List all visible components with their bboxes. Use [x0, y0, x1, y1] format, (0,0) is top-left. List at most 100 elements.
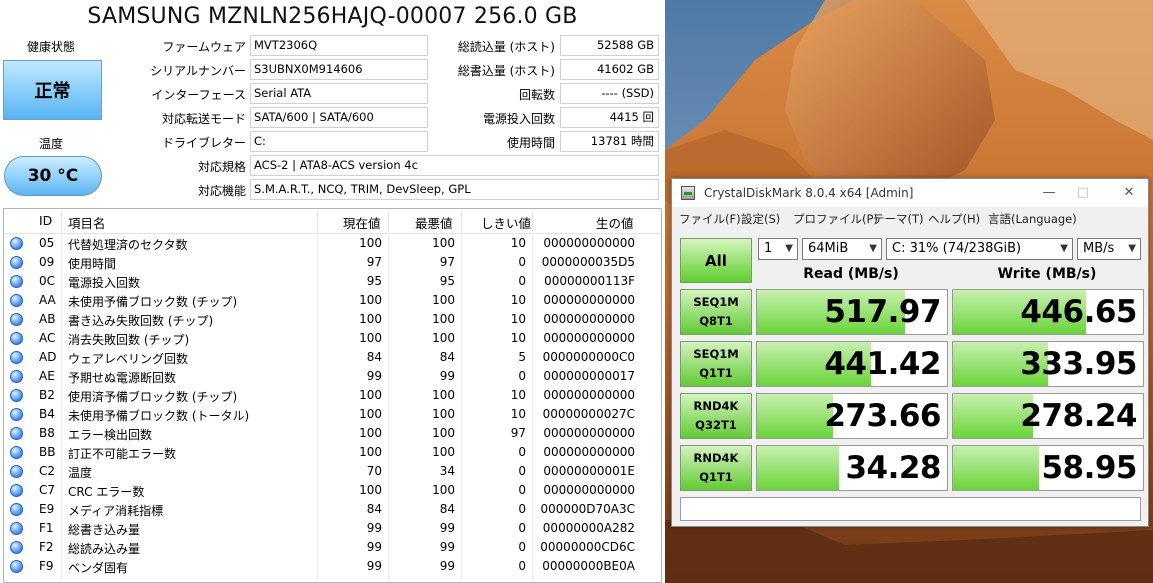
temperature-button[interactable]: 30 °C — [4, 156, 102, 196]
attr-name: 使用時間 — [68, 257, 117, 271]
read-bar — [757, 446, 839, 490]
table-row[interactable]: 05 代替処理済のセクタ数 100 100 10 000000000000 — [4, 234, 661, 253]
menu-help[interactable]: ヘルプ(H) — [928, 211, 980, 227]
table-row[interactable]: AB 書き込み失敗回数 (チップ) 100 100 10 000000000000 — [4, 310, 661, 329]
minimize-icon[interactable]: — — [1034, 182, 1064, 204]
menu-theme[interactable]: テーマ(T) — [873, 211, 924, 227]
attr-worst: 100 — [432, 293, 455, 307]
attr-name: 総書き込み量 — [68, 523, 141, 537]
status-dot-icon — [10, 427, 23, 440]
smart-table[interactable]: ID 項目名 現在値 最悪値 しきい値 生の値 05 代替処理済のセクタ数 100 1… — [3, 208, 662, 583]
info-value: SATA/600 | SATA/600 — [250, 107, 428, 128]
table-row[interactable]: B4 未使用予備ブロック数 (トータル) 100 100 10 00000000027C — [4, 405, 661, 424]
test-name: SEQ1M — [693, 347, 739, 361]
info-label: 対応転送モード — [161, 112, 246, 126]
status-dot-icon — [10, 275, 23, 288]
size-select[interactable]: 64MiB ▼ — [802, 238, 882, 260]
table-row[interactable]: B8 エラー検出回数 100 100 97 000000000000 — [4, 424, 661, 443]
attr-name: 温度 — [68, 466, 93, 480]
comment-field[interactable] — [680, 497, 1141, 521]
attr-id: F2 — [39, 540, 54, 554]
attr-current: 95 — [366, 274, 382, 288]
write-value: 333.95 — [1020, 346, 1137, 382]
info-value: S3UBNX0M914606 — [250, 59, 428, 80]
attr-threshold: 0 — [518, 369, 526, 383]
read-result: 273.66 — [756, 393, 948, 439]
menu-language[interactable]: 言語(Language) — [988, 211, 1077, 227]
info-value: MVT2306Q — [250, 35, 428, 56]
attr-name: 未使用予備ブロック数 (トータル) — [68, 409, 250, 423]
col-name[interactable]: 項目名 — [68, 213, 106, 232]
attr-id: C7 — [39, 483, 56, 497]
table-row[interactable]: AC 消去失敗回数 (チップ) 100 100 10 000000000000 — [4, 329, 661, 348]
drive-select[interactable]: C: 31% (74/238GiB) ▼ — [886, 238, 1073, 260]
col-current[interactable]: 現在値 — [343, 213, 381, 232]
attr-worst: 100 — [432, 445, 455, 459]
attr-worst: 100 — [432, 407, 455, 421]
attr-threshold: 5 — [518, 350, 526, 364]
menu-file[interactable]: ファイル(F) — [679, 211, 741, 227]
attr-threshold: 0 — [518, 559, 526, 573]
info-value: C: — [250, 131, 428, 152]
table-row[interactable]: C7 CRC エラー数 100 100 0 000000000000 — [4, 481, 661, 500]
smart-table-header: ID 項目名 現在値 最悪値 しきい値 生の値 — [4, 209, 661, 234]
attr-current: 84 — [366, 350, 382, 364]
attr-worst: 100 — [432, 331, 455, 345]
menu-profile[interactable]: プロファイル(P) — [793, 211, 878, 227]
maximize-icon[interactable]: □ — [1068, 182, 1098, 204]
attr-raw: 000000000000 — [543, 426, 635, 440]
col-threshold[interactable]: しきい値 — [481, 213, 531, 232]
col-worst[interactable]: 最悪値 — [415, 213, 453, 232]
table-row[interactable]: AE 予期せぬ電源断回数 99 99 0 000000000017 — [4, 367, 661, 386]
unit-select[interactable]: MB/s ▼ — [1077, 238, 1141, 260]
status-dot-icon — [10, 256, 23, 269]
test-button[interactable]: SEQ1M Q8T1 — [680, 289, 752, 335]
table-row[interactable]: AD ウェアレベリング回数 84 84 5 0000000000C0 — [4, 348, 661, 367]
table-row[interactable]: C2 温度 70 34 0 00000000001E — [4, 462, 661, 481]
attr-raw: 00000000BE0A — [542, 559, 635, 573]
attr-threshold: 10 — [510, 407, 526, 421]
attr-threshold: 10 — [510, 312, 526, 326]
status-dot-icon — [10, 541, 23, 554]
crystaldiskmark-window: CrystalDiskMark 8.0.4 x64 [Admin] — □ ✕ … — [671, 178, 1149, 527]
attr-id: F9 — [39, 559, 54, 573]
attr-id: AD — [39, 350, 57, 364]
write-header: Write (MB/s) — [997, 266, 1097, 282]
test-params: Q32T1 — [695, 418, 737, 432]
table-row[interactable]: AA 未使用予備ブロック数 (チップ) 100 100 10 000000000000 — [4, 291, 661, 310]
title-bar[interactable]: CrystalDiskMark 8.0.4 x64 [Admin] — □ ✕ — [672, 179, 1148, 207]
attr-current: 99 — [366, 559, 382, 573]
health-status-button[interactable]: 正常 — [3, 60, 102, 120]
table-row[interactable]: F2 総読み込み量 99 99 0 00000000CD6C — [4, 538, 661, 557]
test-button[interactable]: RND4K Q1T1 — [680, 445, 752, 491]
table-row[interactable]: E9 メディア消耗指標 84 84 0 000000D70A3C — [4, 500, 661, 519]
attr-name: 予期せぬ電源断回数 — [68, 371, 177, 385]
chevron-down-icon: ▼ — [1128, 243, 1136, 254]
table-row[interactable]: F9 ベンダ固有 99 99 0 00000000BE0A — [4, 557, 661, 576]
table-row[interactable]: F1 総書き込み量 99 99 0 00000000A282 — [4, 519, 661, 538]
window-title: CrystalDiskMark 8.0.4 x64 [Admin] — [704, 186, 914, 200]
menu-settings[interactable]: 設定(S) — [741, 211, 780, 227]
count-select[interactable]: 1 ▼ — [758, 238, 798, 260]
attr-name: 消去失敗回数 (チップ) — [68, 333, 190, 347]
table-row[interactable]: BB 訂正不可能エラー数 100 100 0 000000000000 — [4, 443, 661, 462]
info-label: 回転数 — [518, 88, 555, 102]
info-label: 総書込量 (ホスト) — [457, 64, 555, 78]
test-button[interactable]: RND4K Q32T1 — [680, 393, 752, 439]
count-value: 1 — [764, 241, 773, 256]
close-icon[interactable]: ✕ — [1114, 182, 1144, 204]
table-row[interactable]: 09 使用時間 97 97 0 0000000035D5 — [4, 253, 661, 272]
features-value: S.M.A.R.T., NCQ, TRIM, DevSleep, GPL — [250, 179, 659, 200]
attr-id: B2 — [39, 388, 55, 402]
test-button[interactable]: SEQ1M Q1T1 — [680, 341, 752, 387]
col-id[interactable]: ID — [39, 213, 52, 228]
write-result: 278.24 — [952, 393, 1144, 439]
col-raw[interactable]: 生の値 — [596, 213, 634, 232]
all-button[interactable]: All — [680, 238, 752, 283]
table-row[interactable]: B2 使用済予備ブロック数 (チップ) 100 100 10 000000000000 — [4, 386, 661, 405]
attr-raw: 00000000CD6C — [540, 540, 635, 554]
table-row[interactable]: 0C 電源投入回数 95 95 0 00000000113F — [4, 272, 661, 291]
attr-raw: 00000000113F — [544, 274, 635, 288]
attr-raw: 000000000000 — [543, 483, 635, 497]
attr-current: 100 — [359, 312, 382, 326]
